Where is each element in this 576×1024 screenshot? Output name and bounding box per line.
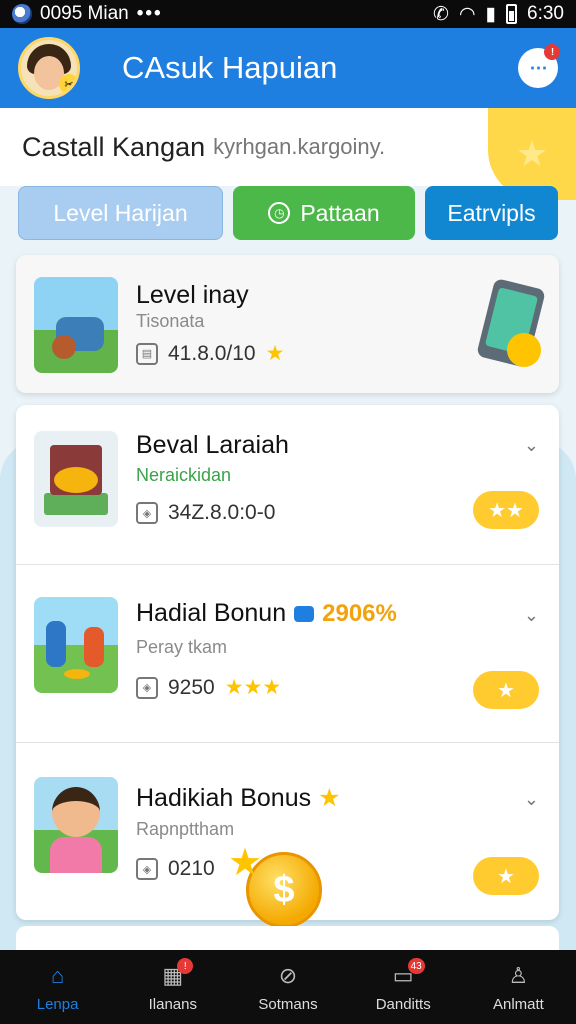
item-title: Hadial Bonun 2906% bbox=[136, 599, 397, 628]
bottom-navigation: ⌂ Lenpa ▦ ! Ilanans ⊘ Sotmans ▭ 43 Dandi… bbox=[0, 950, 576, 1024]
nav-label: Lenpa bbox=[36, 995, 79, 1013]
menu-button[interactable]: ⋯ ! bbox=[518, 44, 560, 88]
nav-item-messages[interactable]: ▭ 43 Danditts bbox=[346, 950, 461, 1024]
star-icon: ★ bbox=[265, 342, 285, 365]
featured-meta: ▤ 41.8.0/10 ★ bbox=[136, 341, 284, 366]
featured-meta-value: 41.8.0/10 bbox=[168, 341, 256, 365]
wifi-icon: ◠ bbox=[458, 3, 476, 25]
coin-icon bbox=[507, 333, 541, 367]
notification-badge: 43 bbox=[407, 958, 425, 974]
nav-item-inbox[interactable]: ▦ ! Ilanans bbox=[115, 950, 230, 1024]
bonus-percentage: 2906% bbox=[322, 600, 397, 627]
rewards-list: Beval Laraiah Neraickidan ◈ 34Z.8.0:0-0 … bbox=[16, 405, 559, 920]
star-icon: ★ bbox=[515, 133, 549, 174]
nav-item-profile[interactable]: ♙ Anlmatt bbox=[461, 950, 576, 1024]
tab-level-harijan[interactable]: Level Harijan bbox=[18, 186, 223, 240]
star-icon: ★ bbox=[318, 784, 341, 812]
reward-pill-button[interactable]: ★ bbox=[473, 857, 539, 895]
item-meta-value: 0210 bbox=[168, 857, 215, 880]
nav-label: Anlmatt bbox=[492, 995, 544, 1013]
featured-card[interactable]: Level inay Tisonata ▤ 41.8.0/10 ★ bbox=[16, 255, 559, 393]
call-icon: ✆ bbox=[433, 3, 449, 25]
chevron-down-icon[interactable]: ⌄ bbox=[524, 605, 539, 626]
app-title: CAsuk Hapuian bbox=[122, 50, 338, 85]
tab-label: Level Harijan bbox=[53, 199, 188, 226]
avatar[interactable]: ✂ bbox=[18, 37, 80, 99]
avatar-badge-icon: ✂ bbox=[59, 74, 77, 94]
nav-label: Sotmans bbox=[258, 995, 318, 1013]
profile-icon: ♙ bbox=[508, 962, 529, 988]
tab-label: Eatrvipls bbox=[447, 199, 536, 226]
list-item[interactable]: Beval Laraiah Neraickidan ◈ 34Z.8.0:0-0 … bbox=[16, 405, 559, 565]
featured-title: Level inay bbox=[136, 281, 249, 309]
tag-icon: ◈ bbox=[136, 858, 158, 880]
item-meta: ◈ 34Z.8.0:0-0 bbox=[136, 501, 275, 525]
status-time: 6:30 bbox=[527, 3, 564, 24]
item-meta: ◈ 9250 ★★★ bbox=[136, 675, 281, 700]
app-logo-icon bbox=[12, 4, 32, 24]
reward-pill-button[interactable]: ★ bbox=[473, 671, 539, 709]
status-time-left: 0095 Mian bbox=[40, 3, 129, 24]
menu-notification-badge: ! bbox=[544, 44, 560, 60]
tab-pattaan[interactable]: ◷ Pattaan bbox=[233, 186, 415, 240]
tab-label: Pattaan bbox=[300, 199, 380, 226]
nav-item-explore[interactable]: ⊘ Sotmans bbox=[230, 950, 345, 1024]
featured-thumbnail bbox=[34, 277, 118, 373]
star-icon: ★★ bbox=[488, 499, 524, 522]
item-meta: ◈ 0210 bbox=[136, 857, 215, 881]
nav-label: Ilanans bbox=[148, 995, 197, 1013]
item-title-text: Hadikiah Bonus bbox=[136, 784, 312, 812]
camera-icon bbox=[294, 606, 315, 623]
sparkle-star-icon: ★ bbox=[228, 842, 263, 884]
tab-eatrvipls[interactable]: Eatrvipls bbox=[425, 186, 558, 240]
star-icon: ★ bbox=[497, 865, 515, 888]
item-thumbnail bbox=[34, 777, 118, 873]
grid-dots-icon: ⋯ bbox=[529, 57, 548, 78]
timer-icon: ◷ bbox=[268, 202, 291, 224]
compass-icon: ⊘ bbox=[278, 962, 298, 988]
tab-bar: Level Harijan ◷ Pattaan Eatrvipls bbox=[18, 186, 558, 242]
calendar-icon: ▤ bbox=[136, 342, 158, 365]
reward-pill-button[interactable]: ★★ bbox=[473, 491, 539, 529]
featured-subtitle: Tisonata bbox=[136, 311, 205, 331]
list-item[interactable]: Hadial Bonun 2906% Peray tkam ◈ 9250 ★★★ … bbox=[16, 565, 559, 743]
item-meta-value: 9250 bbox=[168, 675, 215, 699]
item-subtitle: Peray tkam bbox=[136, 637, 228, 657]
item-title: Beval Laraiah bbox=[136, 431, 289, 459]
rating-stars-icon: ★★★ bbox=[224, 676, 282, 699]
notification-badge: ! bbox=[177, 958, 194, 974]
status-bar: 0095 Mian ••• ✆ ◠ ▮ 6:30 bbox=[0, 0, 576, 28]
item-thumbnail bbox=[34, 431, 118, 527]
chevron-down-icon[interactable]: ⌄ bbox=[524, 435, 539, 456]
home-icon: ⌂ bbox=[50, 962, 65, 988]
signal-icon: ▮ bbox=[485, 3, 497, 25]
item-subtitle: Rapnpttham bbox=[136, 819, 235, 839]
item-thumbnail bbox=[34, 597, 118, 693]
app-header: ✂ CAsuk Hapuian ⋯ ! bbox=[0, 28, 576, 108]
chevron-down-icon[interactable]: ⌄ bbox=[524, 789, 539, 810]
item-meta-value: 34Z.8.0:0-0 bbox=[168, 501, 276, 524]
tag-icon: ◈ bbox=[136, 676, 158, 699]
status-dots: ••• bbox=[136, 3, 163, 24]
tag-icon: ◈ bbox=[136, 502, 158, 524]
nav-label: Danditts bbox=[375, 995, 431, 1013]
subtitle-hint: kyrhgan.kargoiny. bbox=[213, 134, 386, 159]
item-title: Hadikiah Bonus ★ bbox=[136, 783, 341, 813]
star-icon: ★ bbox=[497, 679, 515, 702]
item-subtitle: Neraickidan bbox=[136, 465, 232, 485]
subtitle-main: Castall Kangan bbox=[22, 131, 206, 162]
next-card-peek bbox=[16, 926, 559, 950]
battery-icon bbox=[506, 4, 518, 24]
nav-item-home[interactable]: ⌂ Lenpa bbox=[0, 950, 115, 1024]
item-title-text: Hadial Bonun bbox=[136, 599, 287, 627]
